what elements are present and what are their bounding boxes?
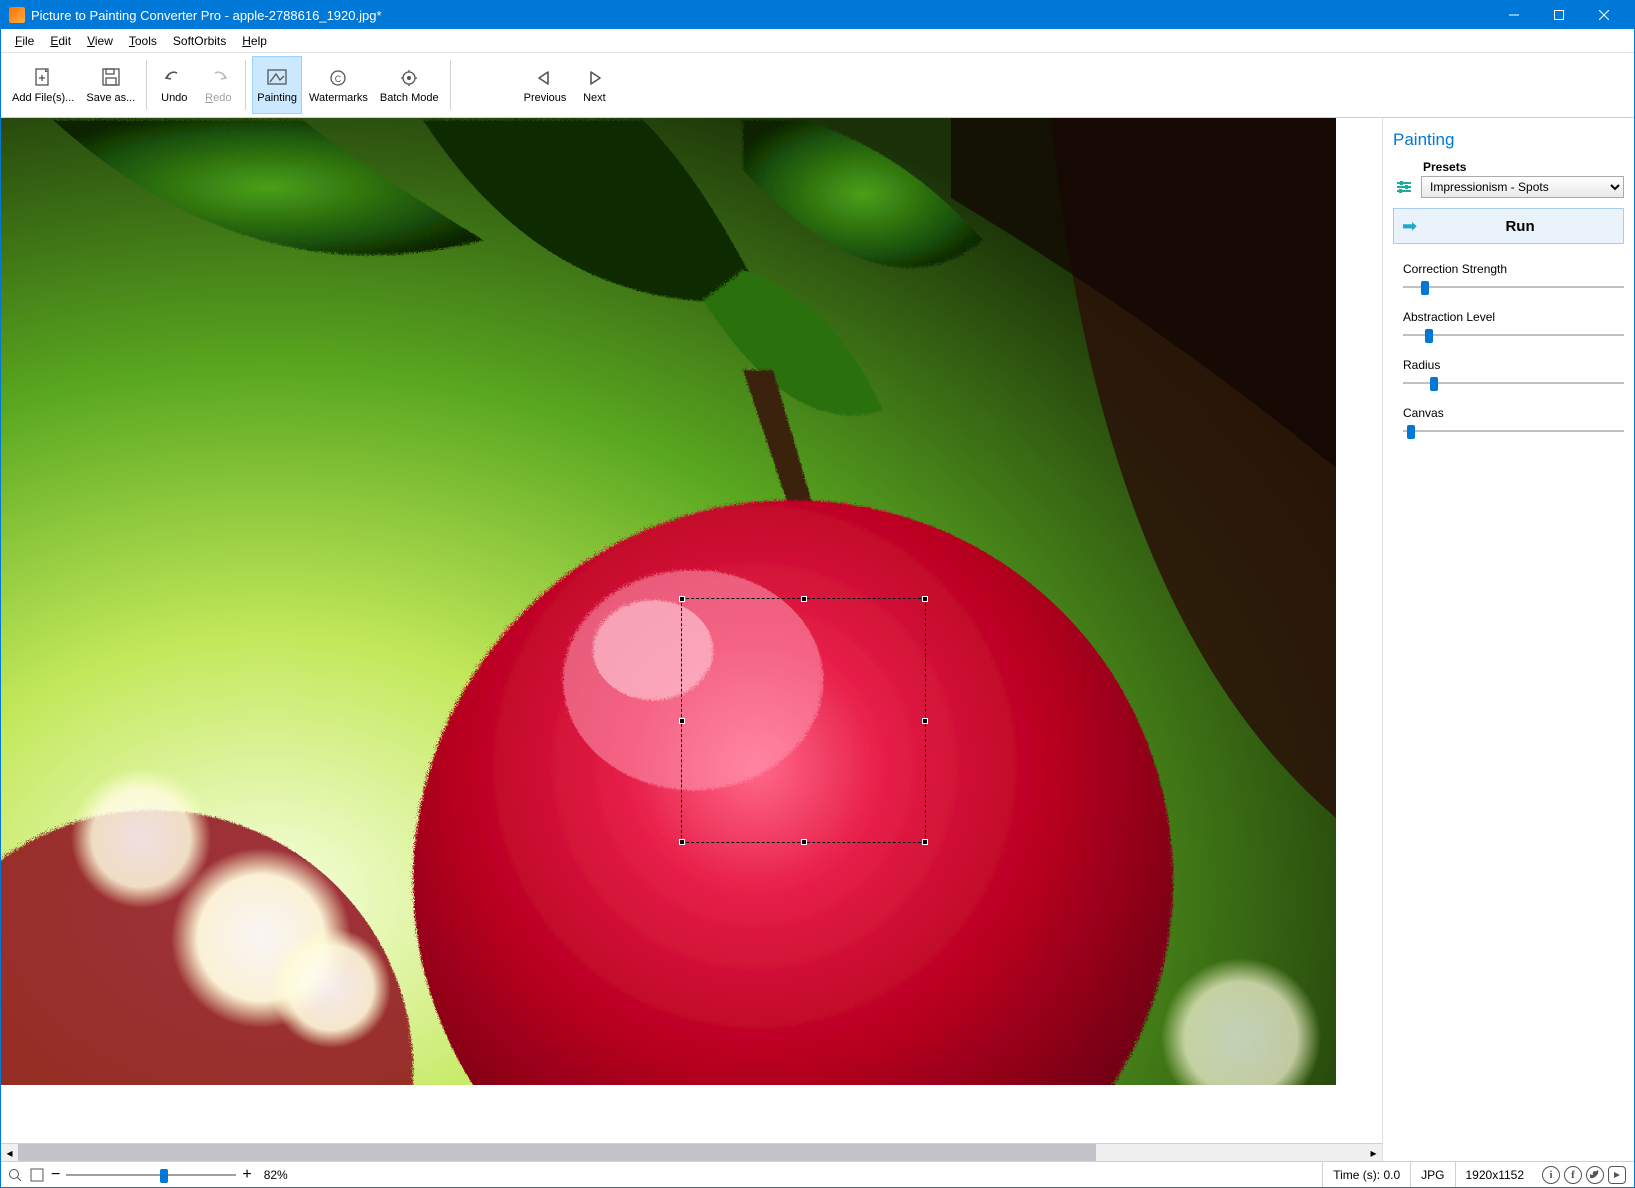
batch-mode-button[interactable]: Batch Mode bbox=[375, 56, 444, 114]
watermarks-label: Watermarks bbox=[309, 92, 368, 104]
correction-slider[interactable] bbox=[1403, 278, 1624, 296]
menu-tools[interactable]: Tools bbox=[121, 32, 165, 50]
next-icon bbox=[583, 66, 605, 90]
statusbar: − + 82% Time (s): 0.0 JPG 1920x1152 i f bbox=[1, 1161, 1634, 1187]
status-dimensions: 1920x1152 bbox=[1455, 1162, 1535, 1187]
watermarks-icon: C bbox=[327, 66, 349, 90]
menu-help[interactable]: Help bbox=[234, 32, 275, 50]
add-files-label: Add File(s)... bbox=[12, 92, 74, 104]
svg-text:C: C bbox=[335, 74, 342, 84]
scroll-right-icon[interactable]: ▸ bbox=[1365, 1144, 1382, 1161]
next-label: Next bbox=[583, 92, 606, 104]
canvas-area: ◂ ▸ bbox=[1, 118, 1382, 1161]
info-icon[interactable]: i bbox=[1542, 1166, 1560, 1184]
status-format: JPG bbox=[1410, 1162, 1454, 1187]
scroll-left-icon[interactable]: ◂ bbox=[1, 1144, 18, 1161]
previous-icon bbox=[534, 66, 556, 90]
painting-label: Painting bbox=[257, 92, 297, 104]
window-title: Picture to Painting Converter Pro - appl… bbox=[31, 8, 1491, 23]
youtube-icon[interactable] bbox=[1608, 1166, 1626, 1184]
painting-button[interactable]: Painting bbox=[252, 56, 302, 114]
sidebar: Painting Presets Impressionism - Spots ➡… bbox=[1382, 118, 1634, 1161]
horizontal-scrollbar[interactable]: ◂ ▸ bbox=[1, 1143, 1382, 1161]
radius-label: Radius bbox=[1403, 358, 1624, 372]
zoom-minus[interactable]: − bbox=[51, 1166, 60, 1184]
undo-icon bbox=[163, 66, 185, 90]
redo-icon bbox=[207, 66, 229, 90]
save-as-label: Save as... bbox=[86, 92, 135, 104]
image-canvas[interactable] bbox=[1, 118, 1336, 1085]
batch-label: Batch Mode bbox=[380, 92, 439, 104]
radius-slider[interactable] bbox=[1403, 374, 1624, 392]
fit-icon[interactable] bbox=[29, 1167, 45, 1183]
abstraction-slider[interactable] bbox=[1403, 326, 1624, 344]
redo-button[interactable]: Redo bbox=[197, 56, 239, 114]
toolbar: Add File(s)... Save as... Undo Redo Pain… bbox=[1, 53, 1634, 118]
previous-button[interactable]: Previous bbox=[519, 56, 572, 114]
titlebar: Picture to Painting Converter Pro - appl… bbox=[1, 1, 1634, 29]
app-icon bbox=[9, 7, 25, 23]
correction-label: Correction Strength bbox=[1403, 262, 1624, 276]
menu-view[interactable]: View bbox=[79, 32, 121, 50]
run-label: Run bbox=[1425, 218, 1615, 235]
menu-file[interactable]: File bbox=[7, 32, 42, 50]
presets-icon bbox=[1393, 176, 1415, 198]
canvas-slider[interactable] bbox=[1403, 422, 1624, 440]
selection-marquee[interactable] bbox=[681, 598, 926, 843]
undo-button[interactable]: Undo bbox=[153, 56, 195, 114]
menubar: File Edit View Tools SoftOrbits Help bbox=[1, 29, 1634, 53]
canvas-label: Canvas bbox=[1403, 406, 1624, 420]
menu-edit[interactable]: Edit bbox=[42, 32, 79, 50]
maximize-button[interactable] bbox=[1536, 1, 1581, 29]
canvas-viewport[interactable] bbox=[1, 118, 1382, 1085]
menu-softorbits[interactable]: SoftOrbits bbox=[165, 32, 234, 50]
run-button[interactable]: ➡ Run bbox=[1393, 208, 1624, 244]
presets-label: Presets bbox=[1423, 160, 1624, 174]
batch-icon bbox=[398, 66, 420, 90]
sidebar-title: Painting bbox=[1393, 130, 1624, 150]
redo-label: Redo bbox=[205, 92, 231, 104]
close-button[interactable] bbox=[1581, 1, 1626, 29]
zoom-out-icon[interactable] bbox=[7, 1167, 23, 1183]
previous-label: Previous bbox=[524, 92, 567, 104]
run-arrow-icon: ➡ bbox=[1402, 216, 1417, 237]
watermarks-button[interactable]: C Watermarks bbox=[304, 56, 373, 114]
presets-select[interactable]: Impressionism - Spots bbox=[1421, 176, 1624, 198]
facebook-icon[interactable]: f bbox=[1564, 1166, 1582, 1184]
zoom-slider[interactable] bbox=[66, 1167, 236, 1183]
undo-label: Undo bbox=[161, 92, 187, 104]
twitter-icon[interactable] bbox=[1586, 1166, 1604, 1184]
next-button[interactable]: Next bbox=[573, 56, 615, 114]
zoom-value: 82% bbox=[264, 1168, 288, 1182]
add-file-icon bbox=[33, 66, 53, 90]
save-as-button[interactable]: Save as... bbox=[81, 56, 140, 114]
zoom-plus[interactable]: + bbox=[242, 1166, 251, 1184]
minimize-button[interactable] bbox=[1491, 1, 1536, 29]
add-files-button[interactable]: Add File(s)... bbox=[7, 56, 79, 114]
save-icon bbox=[101, 66, 121, 90]
abstraction-label: Abstraction Level bbox=[1403, 310, 1624, 324]
status-time: Time (s): 0.0 bbox=[1322, 1162, 1410, 1187]
painting-icon bbox=[266, 66, 288, 90]
